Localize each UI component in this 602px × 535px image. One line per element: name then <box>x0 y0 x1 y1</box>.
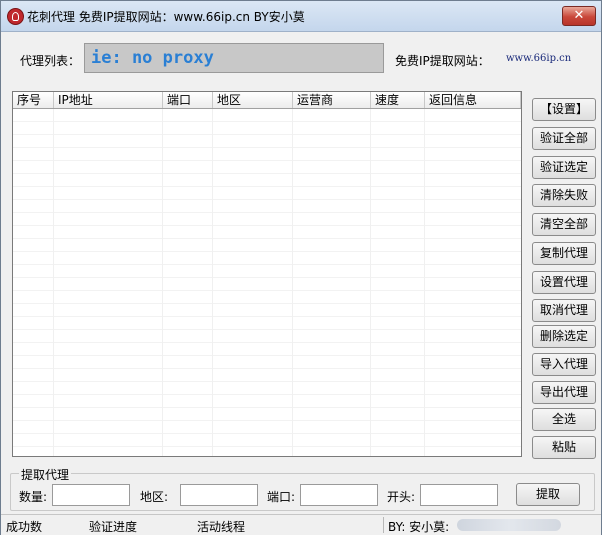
import-proxy-button[interactable]: 导入代理 <box>532 353 596 376</box>
free-site-label: 免费IP提取网站： <box>395 54 490 68</box>
verify-selected-button[interactable]: 验证选定 <box>532 156 596 179</box>
column-divider <box>292 109 293 456</box>
column-divider <box>424 109 425 456</box>
column-header-port[interactable]: 端口 <box>163 92 213 108</box>
set-proxy-button[interactable]: 设置代理 <box>532 271 596 294</box>
delete-selected-button[interactable]: 删除选定 <box>532 325 596 348</box>
clear-failed-button[interactable]: 清除失败 <box>532 184 596 207</box>
proxy-table[interactable]: 序号 IP地址 端口 地区 运营商 速度 返回信息 <box>12 91 522 457</box>
proxy-display-field[interactable]: ie: no proxy <box>84 43 384 73</box>
region-label: 地区: <box>140 490 169 504</box>
status-success-count: 成功数 <box>6 520 43 534</box>
status-active-threads: 活动线程 <box>197 520 246 534</box>
copy-proxy-button[interactable]: 复制代理 <box>532 242 596 265</box>
site-link[interactable]: www.66ip.cn <box>506 53 571 64</box>
status-divider <box>383 517 384 533</box>
paste-button[interactable]: 粘贴 <box>532 436 596 459</box>
column-header-speed[interactable]: 速度 <box>371 92 425 108</box>
title-bar: 花刺代理 免费IP提取网站：www.66ip.cn BY安小莫 ✕ <box>1 1 601 32</box>
prefix-input[interactable] <box>420 484 498 506</box>
column-header-response[interactable]: 返回信息 <box>425 92 521 108</box>
port-label: 端口: <box>267 490 296 504</box>
fetch-button[interactable]: 提取 <box>516 483 580 506</box>
port-input[interactable] <box>300 484 378 506</box>
close-button[interactable]: ✕ <box>562 6 596 26</box>
column-divider <box>370 109 371 456</box>
proxy-list-label: 代理列表： <box>20 54 81 68</box>
status-bar: 成功数 验证进度 活动线程 BY: 安小莫: <box>1 514 601 535</box>
export-proxy-button[interactable]: 导出代理 <box>532 381 596 404</box>
column-divider <box>162 109 163 456</box>
window-title: 花刺代理 免费IP提取网站：www.66ip.cn BY安小莫 <box>27 10 305 24</box>
table-header: 序号 IP地址 端口 地区 运营商 速度 返回信息 <box>13 92 521 109</box>
count-input[interactable] <box>52 484 130 506</box>
select-all-button[interactable]: 全选 <box>532 408 596 431</box>
extract-group-title: 提取代理 <box>19 466 72 483</box>
column-header-isp[interactable]: 运营商 <box>293 92 371 108</box>
status-verify-progress: 验证进度 <box>89 520 138 534</box>
count-label: 数量: <box>19 490 48 504</box>
cancel-proxy-button[interactable]: 取消代理 <box>532 299 596 322</box>
clear-all-button[interactable]: 清空全部 <box>532 213 596 236</box>
main-window: 花刺代理 免费IP提取网站：www.66ip.cn BY安小莫 ✕ 代理列表： … <box>0 0 602 535</box>
verify-all-button[interactable]: 验证全部 <box>532 127 596 150</box>
settings-button[interactable]: 【设置】 <box>532 98 596 121</box>
prefix-label: 开头: <box>387 490 416 504</box>
column-divider <box>53 109 54 456</box>
table-body <box>13 109 521 456</box>
redacted-blur <box>457 519 561 531</box>
column-divider <box>212 109 213 456</box>
region-input[interactable] <box>180 484 258 506</box>
status-author: BY: 安小莫: <box>388 520 450 534</box>
app-logo-icon <box>7 8 24 25</box>
column-header-index[interactable]: 序号 <box>13 92 54 108</box>
column-header-region[interactable]: 地区 <box>213 92 293 108</box>
column-header-ip[interactable]: IP地址 <box>54 92 163 108</box>
